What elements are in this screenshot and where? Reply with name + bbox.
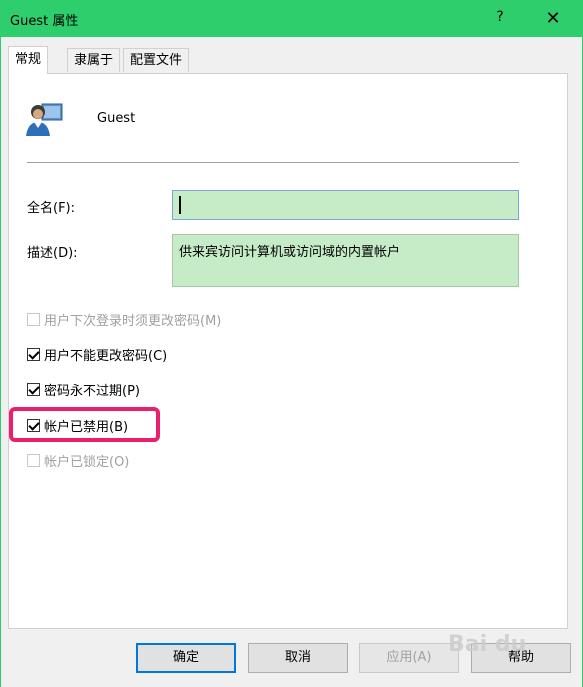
separator	[27, 162, 519, 163]
checkbox-password-never-expires[interactable]: 密码永不过期(P)	[27, 380, 140, 399]
tab-member-of[interactable]: 隶属于	[67, 48, 121, 72]
window-title: Guest 属性	[10, 14, 79, 29]
checkbox-account-locked[interactable]: 帐户已锁定(O)	[27, 451, 130, 470]
checkbox-box[interactable]	[27, 453, 40, 467]
tab-profile[interactable]: 配置文件	[123, 48, 190, 72]
title-bar: Guest 属性 ? ✕	[0, 0, 583, 37]
checkbox-must-change-password[interactable]: 用户下次登录时须更改密码(M)	[27, 310, 222, 329]
checkbox-label: 密码永不过期(P)	[44, 383, 140, 399]
checkbox-label: 帐户已锁定(O)	[44, 454, 130, 470]
help-title-button[interactable]: ?	[490, 9, 510, 25]
ok-button[interactable]: 确定	[136, 643, 236, 673]
user-icon	[26, 103, 63, 136]
close-button[interactable]: ✕	[535, 5, 571, 33]
fullname-input[interactable]	[172, 190, 519, 220]
cancel-button[interactable]: 取消	[248, 643, 348, 673]
checkbox-box[interactable]	[27, 347, 40, 361]
checkbox-box[interactable]	[27, 382, 40, 396]
description-input[interactable]: 供来宾访问计算机或访问域的内置帐户	[172, 234, 519, 287]
fullname-label: 全名(F):	[27, 201, 76, 216]
checkbox-box[interactable]	[27, 312, 40, 326]
description-label: 描述(D):	[27, 246, 78, 261]
highlight-annotation	[9, 407, 160, 442]
checkbox-cannot-change-password[interactable]: 用户不能更改密码(C)	[27, 345, 168, 364]
username: Guest	[97, 111, 136, 126]
text-caret	[179, 196, 181, 214]
tab-general[interactable]: 常规	[8, 46, 49, 74]
watermark-logo: Bai du	[448, 632, 527, 657]
window-border-left	[0, 37, 1, 687]
apply-button[interactable]: 应用(A)	[359, 643, 459, 673]
checkbox-label: 用户不能更改密码(C)	[44, 348, 168, 364]
checkbox-label: 用户下次登录时须更改密码(M)	[44, 313, 222, 329]
